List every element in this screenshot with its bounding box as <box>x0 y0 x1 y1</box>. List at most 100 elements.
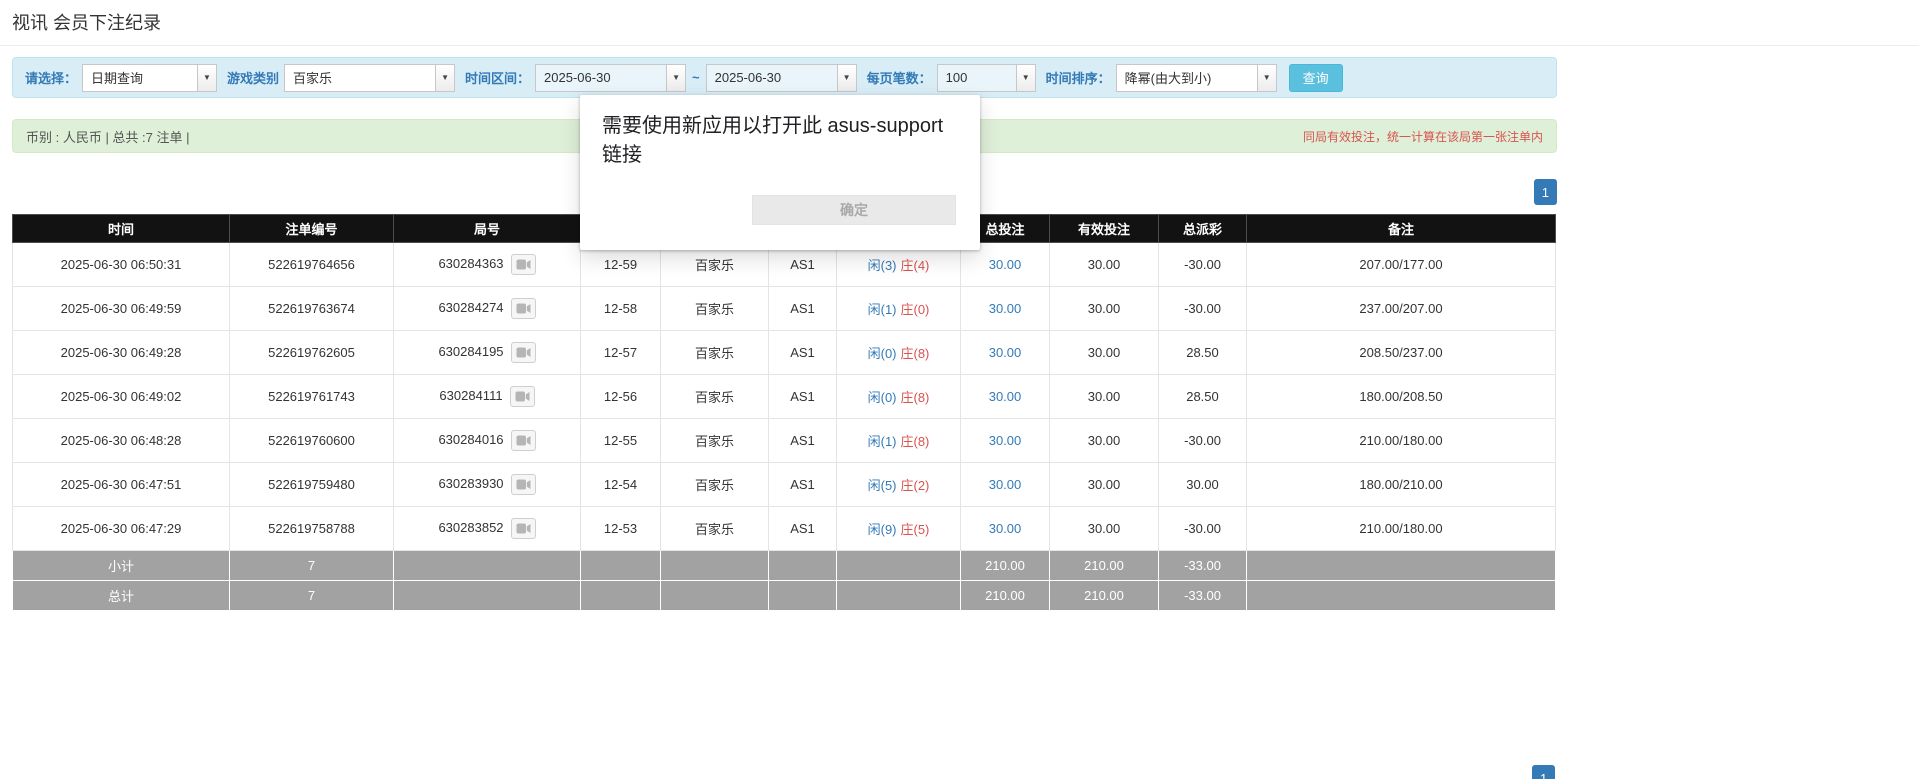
subtotal-empty-cell <box>769 551 837 581</box>
cell-remark: 237.00/207.00 <box>1247 287 1556 331</box>
video-replay-icon[interactable] <box>511 518 536 539</box>
banker-score: 庄(5) <box>901 522 930 537</box>
total-bet-link[interactable]: 30.00 <box>989 477 1022 492</box>
page-button-1-bottom[interactable]: 1 <box>1532 765 1555 779</box>
header-remark: 备注 <box>1247 215 1556 243</box>
table-row: 2025-06-30 06:49:28 522619762605 6302841… <box>13 331 1556 375</box>
banker-score: 庄(0) <box>901 302 930 317</box>
subtotal-count: 7 <box>230 551 394 581</box>
summary-notice: 同局有效投注，统一计算在该局第一张注单内 <box>1303 128 1543 145</box>
query-type-input[interactable] <box>82 64 198 92</box>
chevron-down-icon[interactable]: ▼ <box>1017 64 1036 92</box>
cell-remark: 210.00/180.00 <box>1247 419 1556 463</box>
date-to-combobox: ▼ <box>706 64 857 92</box>
player-score: 闲(9) <box>868 522 897 537</box>
cell-shoe-round: 12-53 <box>581 507 661 551</box>
video-replay-icon[interactable] <box>511 298 536 319</box>
cell-shoe-round: 12-57 <box>581 331 661 375</box>
time-sort-input[interactable] <box>1116 64 1258 92</box>
chevron-down-icon[interactable]: ▼ <box>838 64 857 92</box>
subtotal-empty-cell <box>581 551 661 581</box>
range-separator: ~ <box>692 70 700 85</box>
cell-table-code: AS1 <box>769 287 837 331</box>
cell-time: 2025-06-30 06:49:59 <box>13 287 230 331</box>
game-type-combobox: ▼ <box>284 64 455 92</box>
cell-result: 闲(0)庄(8) <box>837 331 961 375</box>
cell-bet-id: 522619759480 <box>230 463 394 507</box>
cell-bet-id: 522619763674 <box>230 287 394 331</box>
total-bet-link[interactable]: 30.00 <box>989 257 1022 272</box>
cell-time: 2025-06-30 06:50:31 <box>13 243 230 287</box>
player-score: 闲(1) <box>868 434 897 449</box>
cell-result: 闲(1)庄(8) <box>837 419 961 463</box>
header-round: 局号 <box>394 215 581 243</box>
time-sort-combobox: ▼ <box>1116 64 1277 92</box>
date-to-input[interactable] <box>706 64 838 92</box>
cell-time: 2025-06-30 06:49:28 <box>13 331 230 375</box>
cell-payout: -30.00 <box>1159 243 1247 287</box>
total-empty-cell <box>581 581 661 611</box>
cell-bet-id: 522619758788 <box>230 507 394 551</box>
total-bet-link[interactable]: 30.00 <box>989 345 1022 360</box>
cell-table-code: AS1 <box>769 463 837 507</box>
video-replay-icon[interactable] <box>511 474 536 495</box>
chevron-down-icon[interactable]: ▼ <box>667 64 686 92</box>
player-score: 闲(0) <box>868 390 897 405</box>
cell-bet-id: 522619760600 <box>230 419 394 463</box>
time-range-group: 时间区间： ▼ ~ ▼ <box>465 64 857 92</box>
date-from-input[interactable] <box>535 64 667 92</box>
subtotal-payout: -33.00 <box>1159 551 1247 581</box>
cell-total-bet: 30.00 <box>961 507 1050 551</box>
cell-result: 闲(5)庄(2) <box>837 463 961 507</box>
open-app-dialog: 需要使用新应用以打开此 asus-support 链接 确定 <box>580 95 980 250</box>
total-bet-link[interactable]: 30.00 <box>989 389 1022 404</box>
cell-shoe-round: 12-54 <box>581 463 661 507</box>
video-replay-icon[interactable] <box>510 386 535 407</box>
cell-round: 630284195 <box>394 331 581 375</box>
chevron-down-icon[interactable]: ▼ <box>1258 64 1277 92</box>
cell-game-type: 百家乐 <box>661 419 769 463</box>
dialog-actions: 确定 <box>752 195 956 225</box>
cell-result: 闲(1) 庄(0) <box>837 287 961 331</box>
page-size-input[interactable] <box>937 64 1017 92</box>
table-row: 2025-06-30 06:47:29 522619758788 6302838… <box>13 507 1556 551</box>
round-number: 630284363 <box>438 256 503 271</box>
dialog-confirm-button[interactable]: 确定 <box>752 195 956 225</box>
total-empty-cell <box>394 581 581 611</box>
cell-remark: 180.00/210.00 <box>1247 463 1556 507</box>
time-sort-group: 时间排序： ▼ <box>1046 64 1277 92</box>
total-empty-cell <box>837 581 961 611</box>
cell-valid-bet: 30.00 <box>1050 463 1159 507</box>
cell-total-bet: 30.00 <box>961 463 1050 507</box>
search-button[interactable]: 查询 <box>1289 64 1343 92</box>
table-row: 2025-06-30 06:49:59 522619763674 6302842… <box>13 287 1556 331</box>
page-header: 视讯 会员下注纪录 <box>0 0 1919 46</box>
cell-shoe-round: 12-56 <box>581 375 661 419</box>
page-button-1[interactable]: 1 <box>1534 179 1557 205</box>
video-replay-icon[interactable] <box>511 254 536 275</box>
total-payout: -33.00 <box>1159 581 1247 611</box>
cell-total-bet: 30.00 <box>961 375 1050 419</box>
cell-shoe-round: 12-58 <box>581 287 661 331</box>
total-bet-link[interactable]: 30.00 <box>989 301 1022 316</box>
round-number: 630284111 <box>439 388 502 403</box>
time-sort-label: 时间排序： <box>1046 68 1111 87</box>
game-type-input[interactable] <box>284 64 436 92</box>
cell-round: 630284111 <box>394 375 581 419</box>
video-replay-icon[interactable] <box>511 342 536 363</box>
chevron-down-icon[interactable]: ▼ <box>198 64 217 92</box>
cell-game-type: 百家乐 <box>661 375 769 419</box>
cell-payout: -30.00 <box>1159 507 1247 551</box>
cell-round: 630283852 <box>394 507 581 551</box>
cell-result: 闲(0)庄(8) <box>837 375 961 419</box>
cell-valid-bet: 30.00 <box>1050 331 1159 375</box>
total-empty-cell <box>661 581 769 611</box>
player-score: 闲(1) <box>868 302 897 317</box>
subtotal-empty-cell <box>394 551 581 581</box>
video-replay-icon[interactable] <box>511 430 536 451</box>
page-title: 视讯 会员下注纪录 <box>12 9 1907 35</box>
total-bet-link[interactable]: 30.00 <box>989 433 1022 448</box>
chevron-down-icon[interactable]: ▼ <box>436 64 455 92</box>
total-bet-link[interactable]: 30.00 <box>989 521 1022 536</box>
header-bet-id: 注单编号 <box>230 215 394 243</box>
